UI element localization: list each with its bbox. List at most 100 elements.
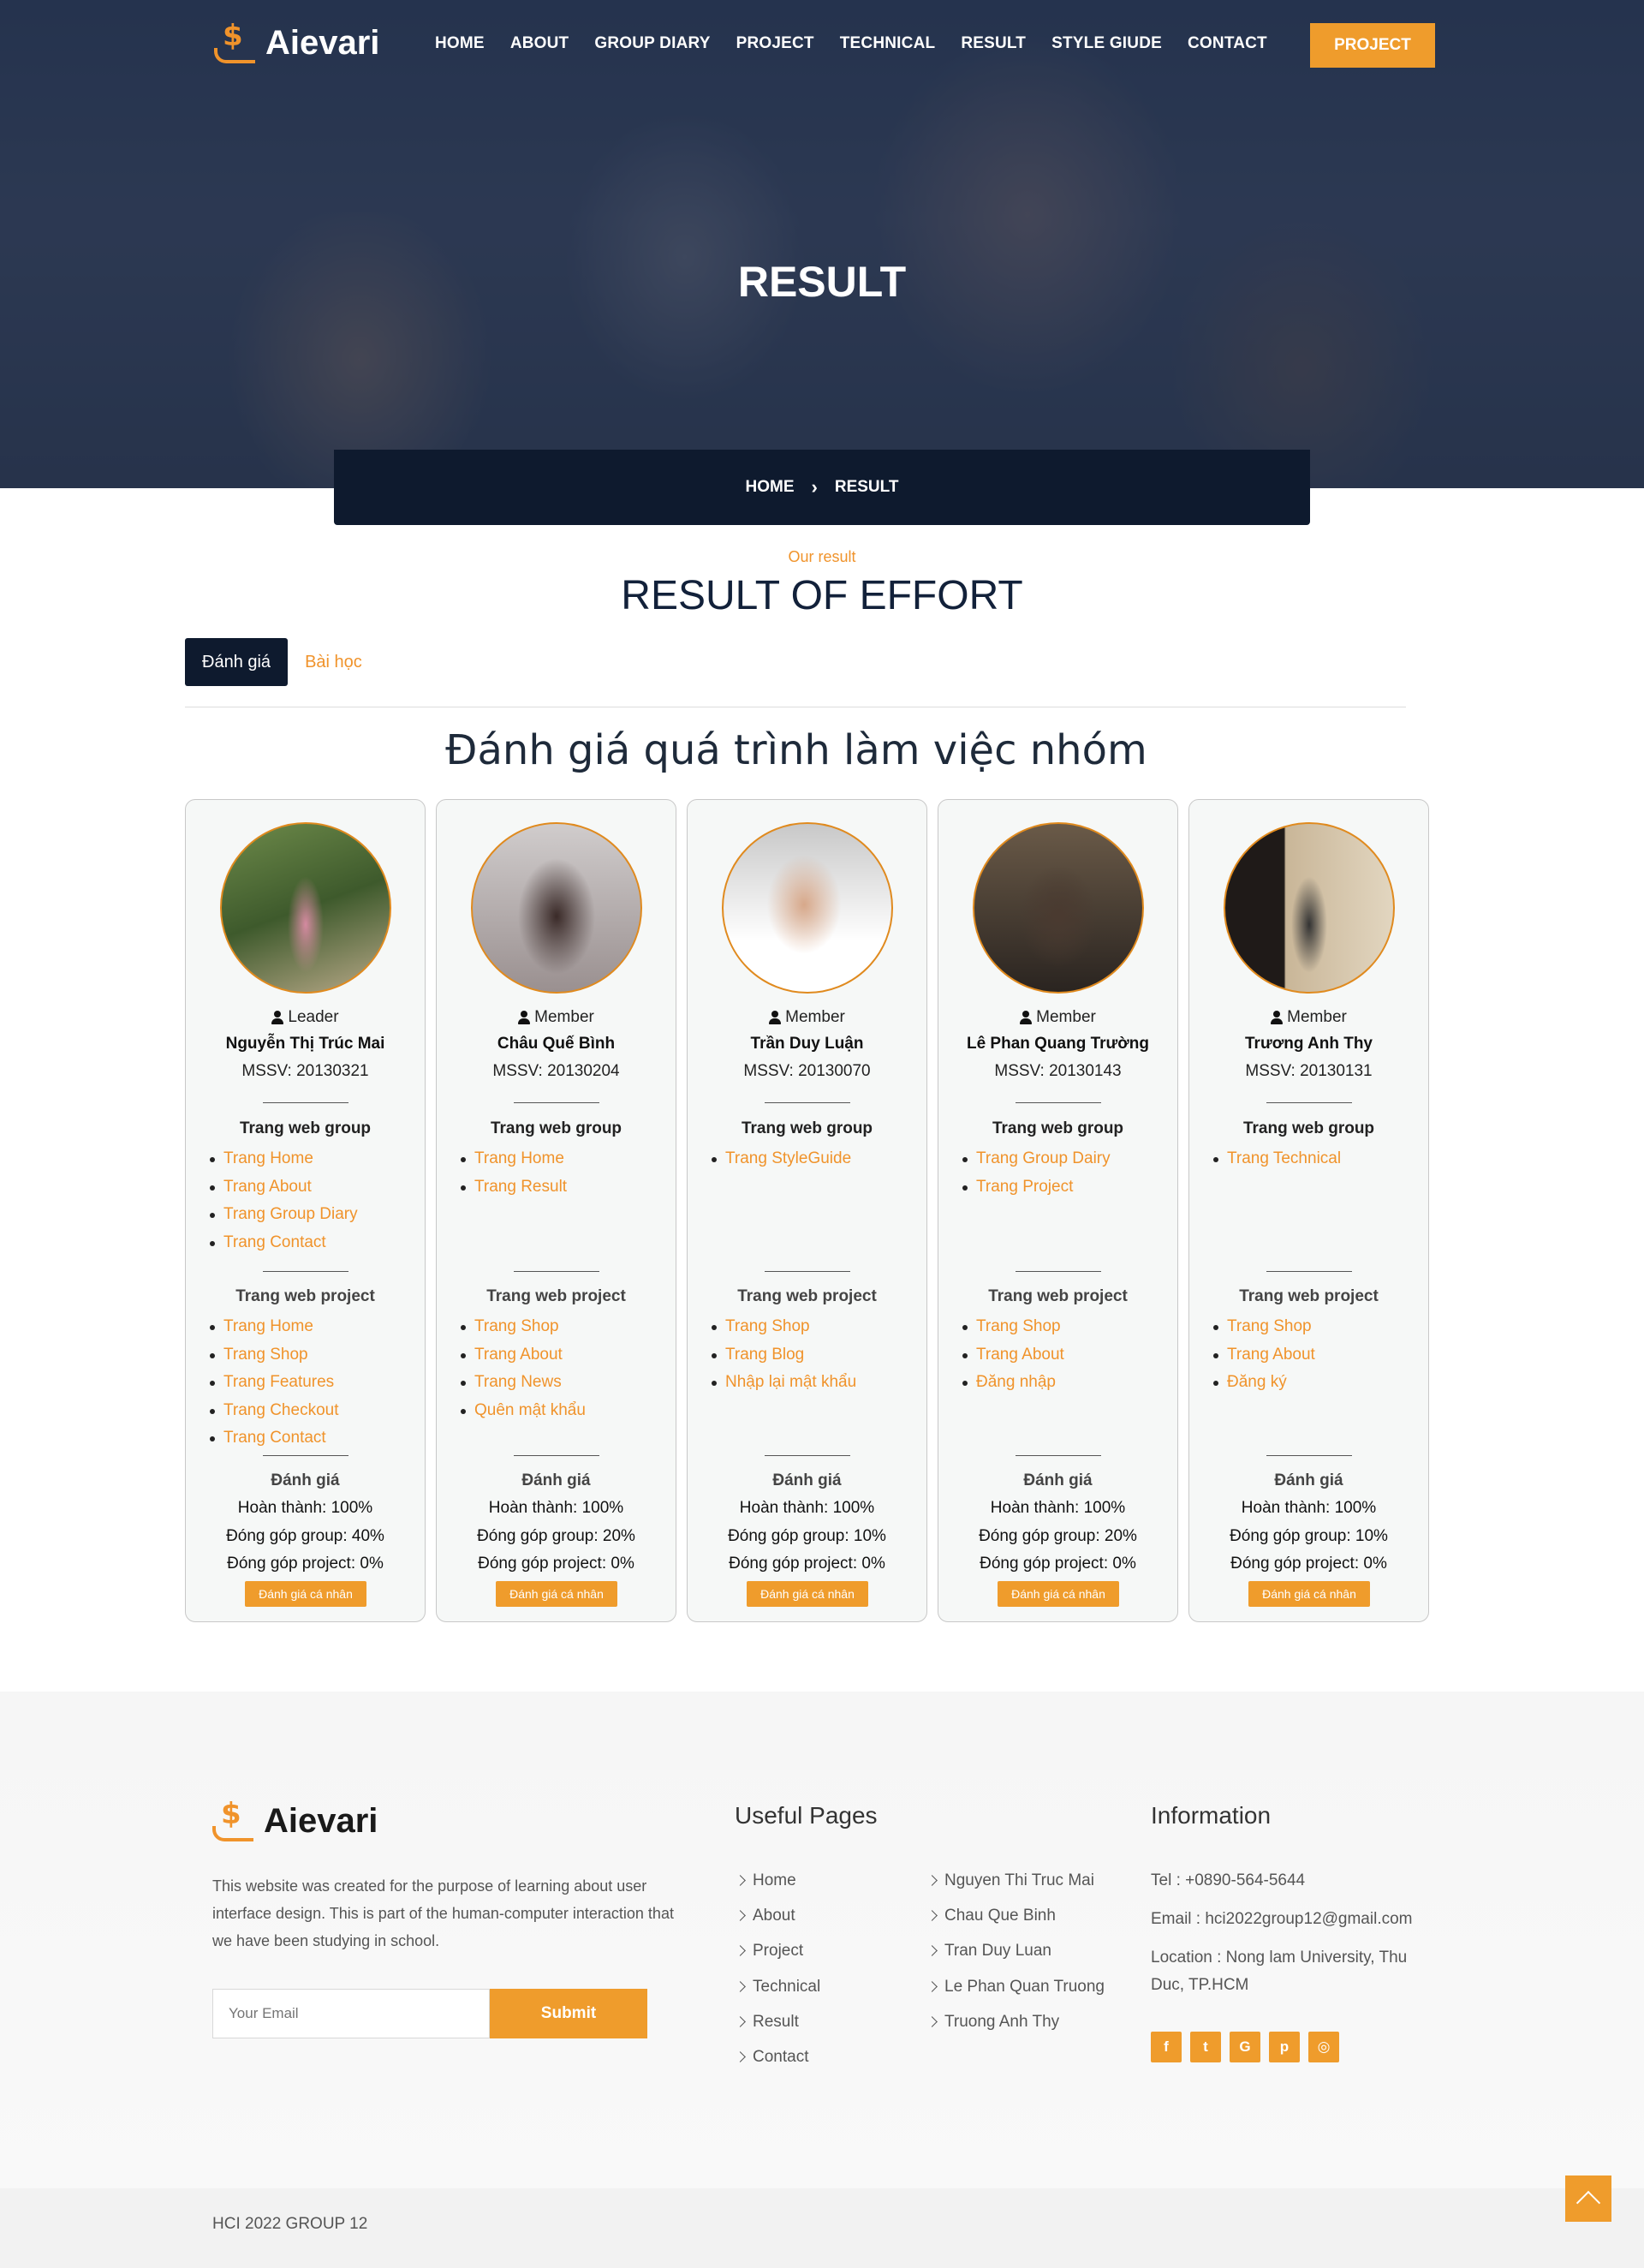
divider (1266, 1102, 1352, 1103)
page-item[interactable]: Trang Group Dairy (962, 1145, 1111, 1173)
tab-bai-hoc[interactable]: Bài học (288, 638, 379, 686)
page-item[interactable]: Trang Technical (1212, 1145, 1341, 1173)
personal-evaluation-button[interactable]: Đánh giá cá nhân (1248, 1581, 1370, 1607)
tab-danh-gia[interactable]: Đánh giá (185, 638, 289, 686)
page-item[interactable]: Đăng nhập (962, 1369, 1064, 1397)
nav-home[interactable]: HOME (435, 34, 485, 53)
page-item[interactable]: Trang Project (962, 1173, 1111, 1202)
footer-link-home[interactable]: Home (735, 1863, 820, 1898)
completion-value: Hoàn thành: 100% (990, 1499, 1126, 1517)
main-nav: HOME ABOUT GROUP DIARY PROJECT TECHNICAL… (435, 34, 1267, 53)
member-name: Châu Quế Bình (497, 1035, 616, 1053)
pinterest-icon[interactable]: p (1269, 2032, 1300, 2062)
completion-value: Hoàn thành: 100% (1241, 1499, 1377, 1517)
useful-pages-heading: Useful Pages (735, 1802, 878, 1829)
footer-link-technical[interactable]: Technical (735, 1969, 820, 2004)
member-name: Lê Phan Quang Trường (966, 1035, 1150, 1053)
personal-evaluation-button[interactable]: Đánh giá cá nhân (496, 1581, 617, 1607)
page-item[interactable]: Đăng ký (1213, 1369, 1315, 1397)
page-item[interactable]: Trang Group Diary (210, 1201, 358, 1229)
footer-link-project[interactable]: Project (735, 1933, 820, 1968)
project-contribution: Đóng góp project: 0% (980, 1555, 1136, 1573)
facebook-icon[interactable]: f (1151, 2032, 1182, 2062)
divider (263, 1102, 348, 1103)
personal-evaluation-button[interactable]: Đánh giá cá nhân (245, 1581, 366, 1607)
divider (1016, 1102, 1101, 1103)
footer-member-link[interactable]: Nguyen Thi Truc Mai (926, 1863, 1105, 1898)
project-section-label: Trang web project (1239, 1287, 1379, 1305)
breadcrumb-current: RESULT (834, 478, 899, 496)
subscribe-form: Submit (212, 1989, 647, 2038)
divider (765, 1102, 850, 1103)
footer-link-result[interactable]: Result (735, 2004, 820, 2039)
avatar (1224, 822, 1395, 994)
google-icon[interactable]: G (1230, 2032, 1260, 2062)
footer-member-link[interactable]: Chau Que Binh (926, 1898, 1105, 1933)
footer-logo[interactable]: $ Aievari (212, 1797, 378, 1845)
page-item[interactable]: Trang Home (460, 1145, 567, 1173)
nav-technical[interactable]: TECHNICAL (840, 34, 936, 53)
project-section-label: Trang web project (486, 1287, 626, 1305)
submit-button[interactable]: Submit (490, 1989, 647, 2038)
page-item[interactable]: Trang Checkout (209, 1397, 338, 1425)
group-section-label: Trang web group (1242, 1119, 1375, 1137)
footer-member-link[interactable]: Tran Duy Luan (926, 1933, 1105, 1968)
instagram-icon[interactable]: ◎ (1308, 2032, 1339, 2062)
nav-style-guide[interactable]: STYLE GIUDE (1051, 34, 1162, 53)
page-item[interactable]: Trang Shop (209, 1341, 338, 1370)
breadcrumb-home[interactable]: HOME (746, 478, 795, 497)
group-pages-list: Trang StyleGuide (711, 1145, 851, 1173)
page-item[interactable]: Quên mật khẩu (461, 1397, 586, 1425)
page-item[interactable]: Trang About (210, 1173, 358, 1202)
page-item[interactable]: Trang Home (209, 1313, 338, 1341)
page-item[interactable]: Trang StyleGuide (711, 1145, 851, 1173)
page-item[interactable]: Nhập lại mật khẩu (711, 1369, 856, 1397)
chevron-right-icon (735, 1945, 746, 1957)
project-button[interactable]: PROJECT (1310, 23, 1435, 68)
footer-link-about[interactable]: About (735, 1898, 820, 1933)
page-title: RESULT (737, 258, 907, 306)
page-item[interactable]: Trang Shop (711, 1313, 856, 1341)
page-item[interactable]: Trang Contact (210, 1229, 358, 1257)
page-item[interactable]: Trang Shop (1213, 1313, 1315, 1341)
personal-evaluation-button[interactable]: Đánh giá cá nhân (998, 1581, 1119, 1607)
divider (765, 1455, 850, 1456)
twitter-icon[interactable]: t (1190, 2032, 1221, 2062)
personal-evaluation-button[interactable]: Đánh giá cá nhân (747, 1581, 868, 1607)
footer-link-contact[interactable]: Contact (735, 2039, 820, 2074)
page-item[interactable]: Trang Shop (461, 1313, 586, 1341)
dollar-hand-icon: $ (212, 1797, 257, 1845)
project-contribution: Đóng góp project: 0% (227, 1555, 384, 1573)
dollar-hand-icon: $ (214, 19, 259, 67)
member-role: Member (1189, 1008, 1428, 1027)
member-card: Leader Nguyễn Thị Trúc Mai MSSV: 20130321 T… (185, 799, 426, 1622)
footer-member-link[interactable]: Le Phan Quan Truong (926, 1969, 1105, 2004)
page-item[interactable]: Trang About (962, 1341, 1064, 1370)
page-item[interactable]: Trang Blog (711, 1341, 856, 1370)
logo[interactable]: $ Aievari (214, 19, 379, 67)
nav-group-diary[interactable]: GROUP DIARY (594, 34, 710, 53)
nav-about[interactable]: ABOUT (510, 34, 569, 53)
footer-member-link[interactable]: Truong Anh Thy (926, 2004, 1105, 2039)
member-cards: Leader Nguyễn Thị Trúc Mai MSSV: 20130321 T… (185, 799, 1429, 1622)
page-item[interactable]: Trang Result (460, 1173, 567, 1202)
page-item[interactable]: Trang Contact (209, 1424, 338, 1453)
email-input[interactable] (212, 1989, 490, 2038)
chevron-up-icon (1576, 2190, 1601, 2216)
group-section-label: Trang web group (741, 1119, 873, 1137)
completion-value: Hoàn thành: 100% (488, 1499, 624, 1517)
page-item[interactable]: Trang Home (210, 1145, 358, 1173)
page-item[interactable]: Trang Features (209, 1369, 338, 1397)
group-contribution: Đóng góp group: 10% (1230, 1527, 1388, 1545)
nav-result[interactable]: RESULT (961, 34, 1026, 53)
page-item[interactable]: Trang About (461, 1341, 586, 1370)
page-item[interactable]: Trang News (461, 1369, 586, 1397)
page-item[interactable]: Trang Shop (962, 1313, 1064, 1341)
page-item[interactable]: Trang About (1213, 1341, 1315, 1370)
chevron-right-icon (926, 1980, 938, 1992)
scroll-to-top-button[interactable] (1565, 2175, 1611, 2222)
nav-project[interactable]: PROJECT (736, 34, 814, 53)
nav-contact[interactable]: CONTACT (1188, 34, 1267, 53)
evaluation-label: Đánh giá (271, 1471, 340, 1489)
info-email: Email : hci2022group12@gmail.com (1151, 1910, 1413, 1928)
